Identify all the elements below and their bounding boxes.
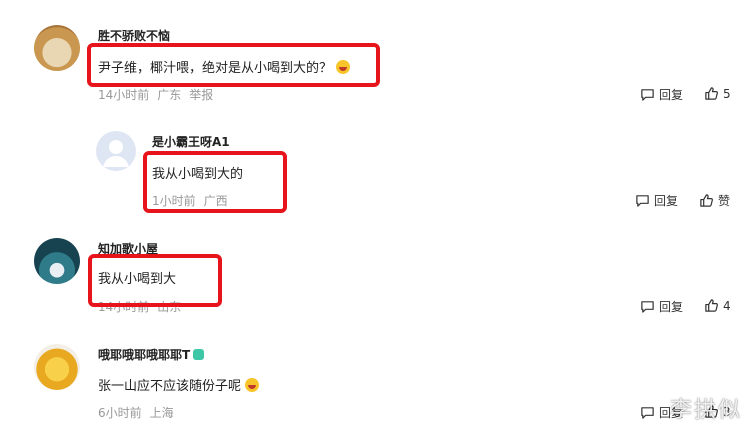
comment-location: 上海 bbox=[149, 406, 174, 420]
reply-label: 回复 bbox=[654, 194, 679, 208]
comment-time: 1小时前 bbox=[152, 194, 196, 208]
thumbs-up-icon bbox=[700, 194, 713, 207]
laughing-emoji-icon bbox=[245, 378, 260, 392]
reply-icon bbox=[636, 195, 649, 207]
like-count: 4 bbox=[723, 298, 731, 313]
laughing-emoji-icon bbox=[336, 60, 351, 74]
comment-author[interactable]: 胜不骄败不恼 bbox=[98, 27, 170, 44]
avatar[interactable] bbox=[34, 25, 80, 71]
avatar[interactable] bbox=[96, 131, 136, 171]
watermark: 李拱似 bbox=[669, 398, 742, 423]
comment-author[interactable]: 哦耶哦耶哦耶耶T bbox=[98, 346, 205, 363]
comment-author[interactable]: 是小霸王呀A1 bbox=[152, 133, 230, 150]
avatar[interactable] bbox=[34, 344, 80, 390]
thumbs-up-icon bbox=[705, 299, 718, 312]
reply-button[interactable]: 回复 bbox=[640, 86, 683, 103]
reply-label: 回复 bbox=[659, 300, 684, 314]
comment-time: 6小时前 bbox=[98, 406, 142, 420]
reply-label: 回复 bbox=[659, 88, 684, 102]
reply-button[interactable]: 回复 bbox=[635, 192, 678, 209]
comment-text: 我从小喝到大 bbox=[98, 272, 177, 287]
like-count: 赞 bbox=[718, 194, 731, 208]
comment-author-label: 哦耶哦耶哦耶耶T bbox=[98, 348, 191, 362]
thumbs-up-icon bbox=[705, 87, 718, 100]
comment-location: 广西 bbox=[203, 194, 228, 208]
comment-text-content: 尹子维，椰汁喂，绝对是从小喝到大的？ bbox=[98, 61, 333, 76]
like-button[interactable]: 5 bbox=[704, 86, 731, 101]
default-user-icon bbox=[103, 140, 129, 167]
like-button[interactable]: 4 bbox=[704, 298, 731, 313]
reply-icon bbox=[641, 89, 654, 101]
like-button[interactable]: 赞 bbox=[699, 192, 730, 209]
comment-time: 14小时前 bbox=[98, 88, 150, 102]
comment-meta: 14小时前 广东 举报 bbox=[98, 86, 221, 103]
comment-meta: 6小时前 上海 bbox=[98, 404, 182, 421]
comment-meta: 1小时前 广西 bbox=[152, 192, 236, 209]
comment-time: 14小时前 bbox=[98, 300, 150, 314]
report-link[interactable]: 举报 bbox=[189, 88, 213, 102]
comment-location: 广东 bbox=[157, 88, 182, 102]
badge-icon bbox=[193, 349, 205, 360]
comment-text: 尹子维，椰汁喂，绝对是从小喝到大的？ bbox=[98, 57, 351, 76]
like-count: 5 bbox=[723, 86, 731, 101]
comment-meta: 14小时前 山东 bbox=[98, 298, 189, 315]
comment-text: 张一山应不应该随份子呢 bbox=[98, 375, 260, 394]
reply-button[interactable]: 回复 bbox=[640, 298, 683, 315]
comment-text: 我从小喝到大的 bbox=[152, 167, 244, 182]
reply-icon bbox=[641, 301, 654, 313]
avatar[interactable] bbox=[34, 238, 80, 284]
comment-text-content: 张一山应不应该随份子呢 bbox=[98, 379, 242, 394]
comment-location: 山东 bbox=[157, 300, 182, 314]
reply-icon bbox=[641, 407, 654, 419]
comment-author[interactable]: 知加歌小屋 bbox=[98, 240, 158, 257]
